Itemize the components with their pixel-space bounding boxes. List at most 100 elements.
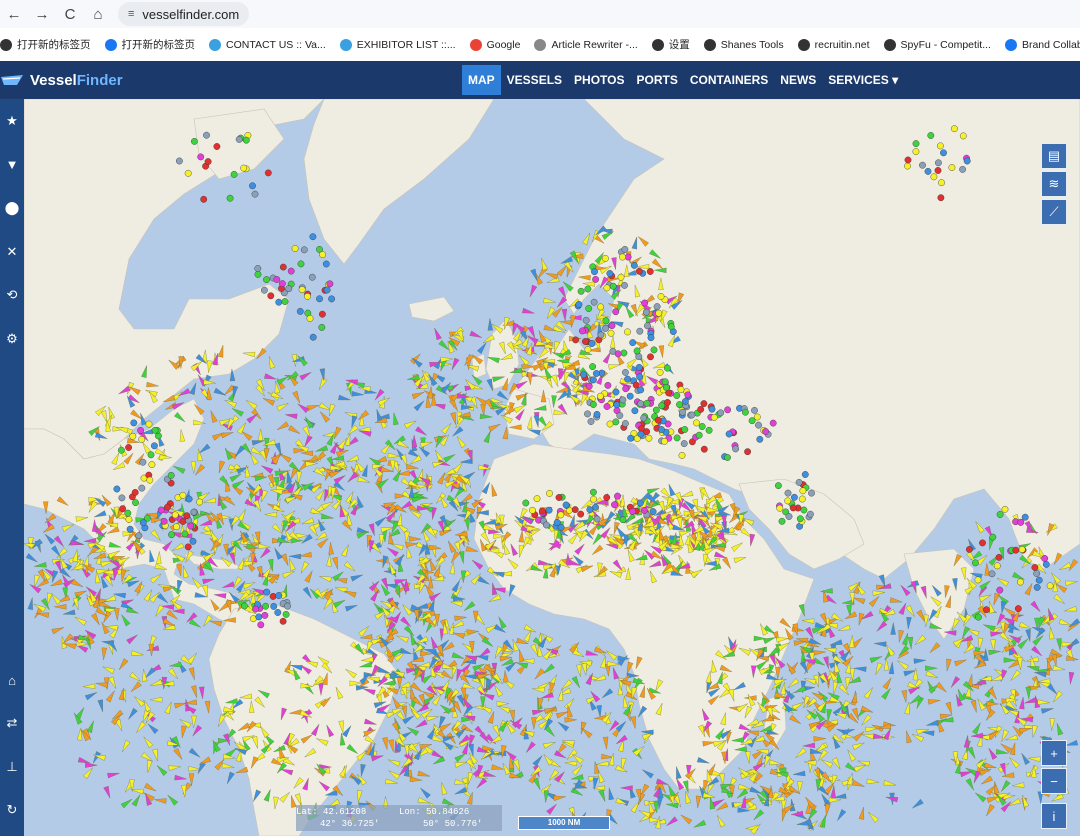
vessel-marker[interactable] [999, 631, 1012, 644]
vessel-marker[interactable] [315, 445, 328, 453]
vessel-marker[interactable] [296, 402, 310, 414]
vessel-marker[interactable] [168, 764, 182, 771]
anchored-vessel-marker[interactable] [808, 489, 815, 497]
anchored-vessel-marker[interactable] [1012, 546, 1020, 554]
address-bar[interactable]: ≡ vesselfinder.com [118, 2, 250, 26]
vessel-marker[interactable] [596, 705, 603, 718]
vessel-marker[interactable] [181, 565, 189, 579]
anchored-vessel-marker[interactable] [798, 495, 806, 503]
vessel-marker[interactable] [483, 430, 493, 444]
anchored-vessel-marker[interactable] [151, 426, 159, 434]
vessel-marker[interactable] [382, 737, 389, 750]
vessel-marker[interactable] [874, 641, 887, 647]
vessel-marker[interactable] [475, 777, 488, 790]
vessel-marker[interactable] [600, 688, 614, 699]
anchored-vessel-marker[interactable] [131, 488, 139, 496]
anchored-vessel-marker[interactable] [1017, 578, 1024, 586]
anchored-vessel-marker[interactable] [279, 263, 287, 271]
anchored-vessel-marker[interactable] [636, 373, 643, 381]
vessel-marker[interactable] [97, 699, 105, 713]
vessel-marker[interactable] [546, 802, 558, 815]
vessel-marker[interactable] [883, 658, 890, 671]
vessel-marker[interactable] [543, 740, 556, 749]
vessel-marker[interactable] [225, 771, 235, 785]
vessel-marker[interactable] [260, 463, 274, 474]
vessel-marker[interactable] [114, 608, 120, 621]
anchored-vessel-marker[interactable] [647, 334, 655, 342]
anchored-vessel-marker[interactable] [627, 434, 635, 442]
vessel-marker[interactable] [304, 570, 315, 583]
anchored-vessel-marker[interactable] [296, 307, 304, 315]
vessel-marker[interactable] [437, 471, 447, 485]
anchored-vessel-marker[interactable] [160, 517, 168, 525]
vessel-marker[interactable] [299, 370, 313, 381]
vessel-marker[interactable] [846, 748, 857, 762]
anchored-vessel-marker[interactable] [200, 195, 208, 203]
anchored-vessel-marker[interactable] [673, 392, 681, 399]
anchored-vessel-marker[interactable] [197, 153, 205, 161]
vessel-marker[interactable] [419, 786, 431, 799]
anchored-vessel-marker[interactable] [278, 280, 286, 288]
anchored-vessel-marker[interactable] [185, 495, 193, 503]
vessel-marker[interactable] [974, 520, 985, 534]
anchored-vessel-marker[interactable] [705, 426, 713, 434]
vessel-marker[interactable] [180, 725, 187, 739]
anchored-vessel-marker[interactable] [226, 194, 234, 202]
anchored-vessel-marker[interactable] [309, 333, 317, 341]
vessel-marker[interactable] [281, 553, 290, 567]
vessel-marker[interactable] [405, 546, 412, 559]
anchored-vessel-marker[interactable] [606, 270, 614, 277]
anchored-vessel-marker[interactable] [951, 125, 958, 133]
anchored-vessel-marker[interactable] [203, 131, 210, 139]
anchored-vessel-marker[interactable] [287, 267, 295, 275]
anchored-vessel-marker[interactable] [624, 375, 631, 383]
anchored-vessel-marker[interactable] [796, 515, 804, 523]
anchored-vessel-marker[interactable] [593, 515, 601, 523]
anchored-vessel-marker[interactable] [795, 478, 803, 486]
anchored-vessel-marker[interactable] [262, 602, 270, 610]
anchored-vessel-marker[interactable] [589, 363, 596, 370]
vessel-marker[interactable] [831, 612, 844, 623]
vessel-marker[interactable] [605, 649, 618, 661]
anchored-vessel-marker[interactable] [619, 516, 627, 524]
vessel-marker[interactable] [292, 390, 302, 404]
anchored-vessel-marker[interactable] [800, 506, 808, 514]
vessel-marker[interactable] [749, 786, 763, 796]
vessel-marker[interactable] [528, 284, 538, 298]
anchored-vessel-marker[interactable] [751, 406, 758, 414]
vessel-marker[interactable] [1055, 722, 1064, 736]
vessel-marker[interactable] [131, 793, 142, 807]
vessel-marker[interactable] [166, 793, 179, 806]
vessel-marker[interactable] [153, 604, 165, 618]
anchored-vessel-marker[interactable] [607, 329, 615, 337]
vessel-marker[interactable] [204, 700, 211, 714]
vessel-marker[interactable] [899, 583, 911, 597]
vessel-marker[interactable] [213, 387, 227, 398]
anchored-vessel-marker[interactable] [275, 298, 283, 306]
vessel-marker[interactable] [62, 609, 76, 617]
vessel-marker[interactable] [59, 567, 73, 579]
anchored-vessel-marker[interactable] [972, 559, 979, 567]
vessel-marker[interactable] [322, 598, 333, 611]
vessel-marker[interactable] [883, 779, 897, 787]
vessel-marker[interactable] [695, 795, 702, 809]
bookmark-item[interactable]: CONTACT US :: Va... [209, 38, 326, 51]
anchored-vessel-marker[interactable] [744, 448, 751, 456]
anchored-vessel-marker[interactable] [635, 353, 643, 360]
vessel-marker[interactable] [496, 701, 509, 707]
vessel-marker[interactable] [889, 597, 903, 604]
anchored-vessel-marker[interactable] [677, 386, 685, 393]
vessel-marker[interactable] [119, 613, 131, 627]
vessel-marker[interactable] [561, 308, 568, 322]
anchored-vessel-marker[interactable] [113, 485, 121, 493]
anchored-vessel-marker[interactable] [708, 405, 716, 413]
vessel-marker[interactable] [102, 664, 115, 675]
vessel-marker[interactable] [926, 719, 939, 728]
vessel-marker[interactable] [949, 676, 961, 689]
anchored-vessel-marker[interactable] [553, 519, 561, 526]
anchored-vessel-marker[interactable] [592, 275, 599, 283]
anchored-vessel-marker[interactable] [614, 350, 622, 358]
vessel-marker[interactable] [404, 419, 417, 429]
anchored-vessel-marker[interactable] [230, 171, 238, 178]
vessel-marker[interactable] [358, 624, 370, 637]
